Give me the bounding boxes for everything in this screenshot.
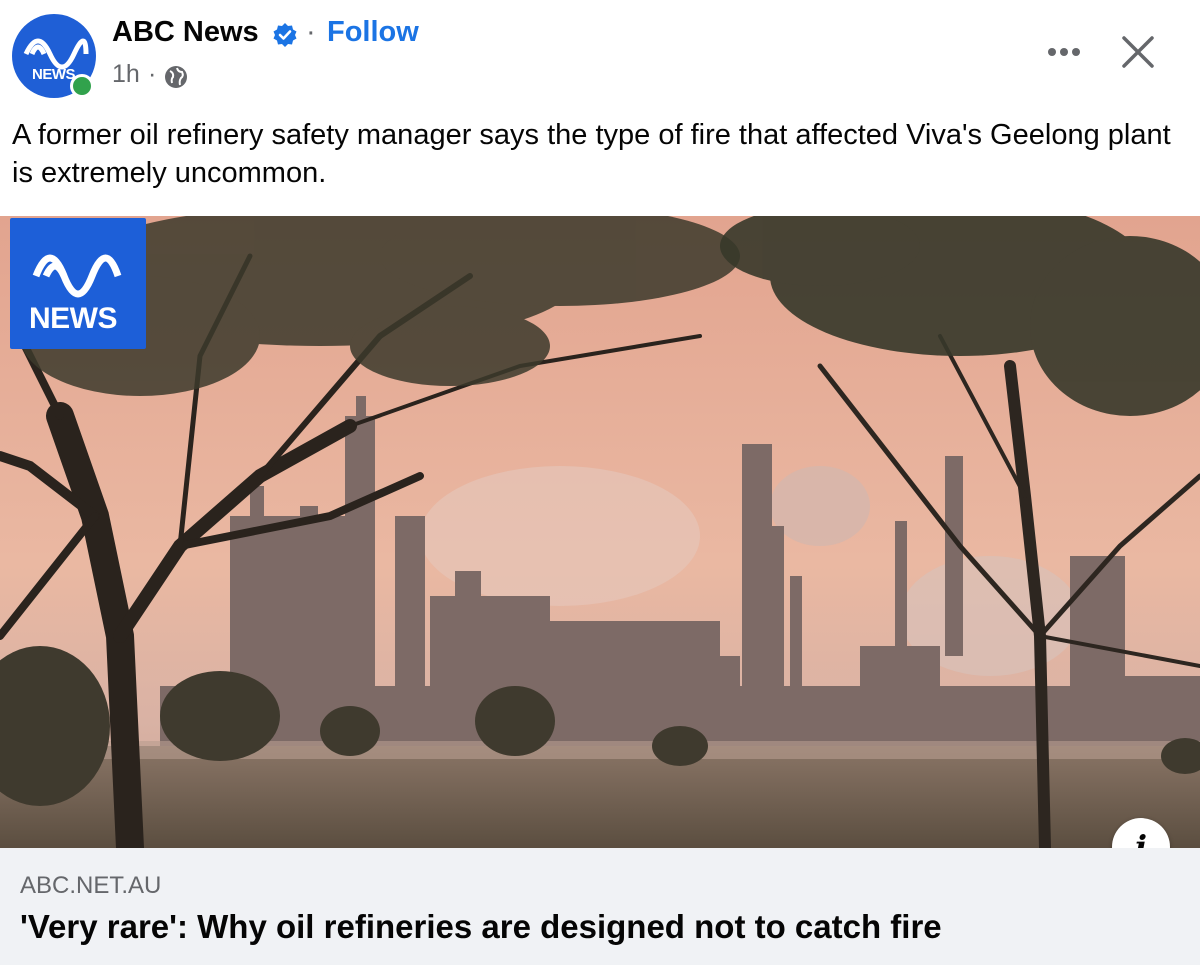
follow-separator: · — [306, 16, 316, 48]
more-options-icon[interactable] — [1040, 30, 1088, 70]
abc-news-badge: NEWS — [10, 218, 146, 349]
link-title[interactable]: 'Very rare': Why oil refineries are desi… — [20, 908, 942, 946]
post-caption: A former oil refinery safety manager say… — [12, 119, 1171, 189]
avatar-label: NEWS — [32, 66, 76, 83]
link-domain: ABC.NET.AU — [20, 872, 162, 899]
badge-label: NEWS — [29, 302, 118, 335]
globe-icon — [165, 66, 187, 88]
online-status-dot — [70, 74, 94, 98]
post-timestamp[interactable]: 1h — [112, 60, 140, 89]
post-header: NEWS ABC News · Follow 1h · — [0, 0, 1200, 110]
link-preview-image[interactable] — [0, 216, 1200, 848]
follow-button[interactable]: Follow — [327, 16, 419, 49]
refinery-photo — [0, 216, 1200, 848]
close-icon[interactable] — [1116, 30, 1160, 74]
verified-badge-icon — [273, 23, 297, 47]
page-name[interactable]: ABC News — [112, 16, 259, 49]
meta-separator: · — [148, 60, 157, 88]
link-preview-footer[interactable]: ABC.NET.AU 'Very rare': Why oil refineri… — [0, 848, 1200, 965]
